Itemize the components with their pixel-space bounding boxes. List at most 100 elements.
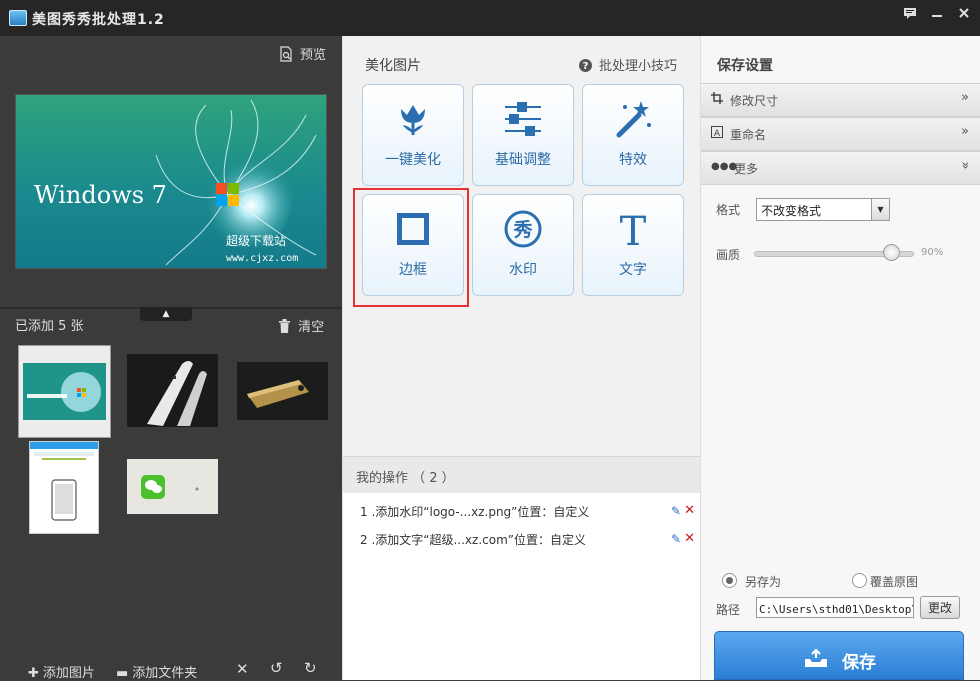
selection-highlight — [353, 188, 469, 307]
quality-label: 画质 — [716, 248, 741, 262]
help-icon: ? — [578, 59, 592, 72]
save-button[interactable]: 保存 — [714, 631, 964, 680]
text-icon: T — [620, 209, 647, 249]
path-label: 路径 — [716, 603, 741, 617]
operations-header: 我的操作 （ 2 ） — [343, 456, 701, 494]
tool-label: 文字 — [619, 262, 647, 278]
tool-label: 特效 — [619, 152, 647, 168]
save-as-radio[interactable] — [722, 573, 737, 588]
thumbnail-windows7[interactable] — [18, 345, 111, 438]
plus-icon: ✚ — [28, 666, 39, 681]
section-more[interactable]: ●●● 更多 » — [701, 151, 980, 185]
thumbnail-gold-usb[interactable] — [237, 362, 328, 420]
operation-text: 1 .添加水印“logo-...xz.png”位置：自定义 — [360, 505, 590, 519]
preview-caption-site: 超级下载站 — [226, 233, 286, 248]
crop-icon — [711, 92, 723, 107]
operation-item[interactable]: 2 .添加文字“超级...xz.com”位置：自定义 — [360, 531, 586, 548]
delete-icon[interactable]: ✕ — [684, 503, 695, 518]
svg-text:A: A — [714, 129, 721, 138]
delete-icon[interactable]: ✕ — [684, 531, 695, 546]
tool-one-click-beautify[interactable]: 一键美化 — [362, 84, 464, 186]
app-logo-icon — [9, 10, 27, 26]
section-resize[interactable]: 修改尺寸 » — [701, 83, 980, 117]
tool-label: 基础调整 — [495, 152, 551, 168]
double-chevron-down-icon: » — [957, 161, 973, 170]
add-image-label: 添加图片 — [42, 666, 95, 681]
svg-text:?: ? — [582, 61, 588, 72]
operation-text: 2 .添加文字“超级...xz.com”位置：自定义 — [360, 533, 586, 547]
tool-effects[interactable]: 特效 — [582, 84, 684, 186]
add-folder-label: 添加文件夹 — [132, 666, 198, 681]
operation-item[interactable]: 1 .添加水印“logo-...xz.png”位置：自定义 — [360, 503, 589, 520]
preview-icon — [280, 46, 292, 62]
quality-slider-handle[interactable] — [882, 244, 900, 261]
double-chevron-right-icon: » — [961, 90, 969, 105]
image-list-toolbar: ✚ 添加图片 ▬ 添加文件夹 ✕ ↺ ↻ — [0, 658, 342, 681]
preview-button[interactable]: 预览 — [279, 44, 326, 63]
thumbnail-phone-ui[interactable] — [29, 441, 99, 534]
format-value: 不改变格式 — [761, 204, 822, 218]
tool-text[interactable]: T 文字 — [582, 194, 684, 296]
thumbnail-white-phone[interactable] — [127, 354, 218, 427]
section-rename[interactable]: A 重命名 » — [701, 117, 980, 151]
path-input[interactable]: C:\Users\sthd01\Desktop\新 — [756, 597, 914, 618]
section-label: 重命名 — [730, 128, 767, 142]
section-label: 更多 — [734, 162, 759, 176]
delete-icon[interactable]: ✕ — [236, 660, 249, 678]
added-count: 已添加 5 张 — [15, 319, 84, 334]
save-settings-panel: 保存设置 修改尺寸 » A 重命名 » ●●● 更多 » — [700, 36, 980, 680]
collapse-toggle[interactable]: ▲ — [140, 307, 192, 321]
tips-link[interactable]: ? 批处理小技巧 — [578, 55, 677, 74]
sliders-icon — [505, 102, 541, 136]
folder-icon: ▬ — [116, 666, 129, 681]
beautify-panel: 美化图片 ? 批处理小技巧 一键美化 基础调整 特效 边框 秀 水印 T 文字 … — [342, 36, 701, 680]
preview-caption-url: www.cjxz.com — [226, 253, 298, 264]
save-as-label: 另存为 — [745, 575, 782, 589]
tool-label: 水印 — [509, 262, 537, 278]
preview-image: Windows 7 超级下载站 www.cjxz.com — [15, 94, 327, 269]
operations-list: 1 .添加水印“logo-...xz.png”位置：自定义 ✎ ✕ 2 .添加文… — [343, 493, 701, 680]
section-label: 修改尺寸 — [730, 94, 779, 108]
close-icon[interactable] — [951, 5, 977, 25]
rotate-left-icon[interactable]: ↺ — [270, 659, 283, 677]
double-chevron-right-icon: » — [961, 124, 969, 139]
edit-icon[interactable]: ✎ — [671, 532, 681, 546]
clear-button[interactable]: 清空 — [278, 316, 324, 335]
format-select[interactable]: 不改变格式 ▼ — [756, 198, 890, 221]
tulip-icon — [401, 105, 425, 135]
thumbnail-wechat[interactable] — [127, 459, 218, 514]
triangle-down-icon: ▼ — [871, 199, 889, 220]
tips-label: 批处理小技巧 — [598, 59, 677, 74]
trash-icon — [279, 319, 290, 333]
rotate-right-icon[interactable]: ↻ — [304, 659, 317, 677]
overwrite-radio[interactable] — [852, 573, 867, 588]
preview-label: 预览 — [299, 48, 326, 63]
tool-watermark[interactable]: 秀 水印 — [472, 194, 574, 296]
text-glyph: T — [620, 209, 647, 249]
triangle-up-icon: ▲ — [162, 309, 170, 319]
save-icon — [805, 649, 827, 667]
title-bar: 美图秀秀批处理1.2 — [0, 0, 980, 36]
operations-title: 我的操作 （ 2 ） — [356, 471, 455, 486]
app-title: 美图秀秀批处理1.2 — [32, 12, 165, 28]
watermark-icon: 秀 — [504, 210, 542, 248]
format-label: 格式 — [716, 203, 741, 217]
add-folder-button[interactable]: ▬ 添加文件夹 — [116, 662, 197, 681]
save-settings-header: 保存设置 — [717, 58, 773, 74]
change-path-button[interactable]: 更改 — [920, 596, 960, 619]
clear-label: 清空 — [298, 320, 325, 335]
rename-icon: A — [711, 126, 723, 141]
watermark-glyph: 秀 — [512, 219, 533, 241]
magic-wand-icon — [616, 101, 651, 138]
quality-value: 90% — [921, 247, 944, 258]
edit-icon[interactable]: ✎ — [671, 504, 681, 518]
beautify-header: 美化图片 — [365, 58, 421, 74]
tool-label: 一键美化 — [385, 152, 441, 168]
image-list-panel: 预览 Windows 7 超级下载站 www.cjxz.com ▲ 已添加 5 … — [0, 36, 342, 681]
feedback-icon[interactable] — [897, 5, 923, 25]
add-image-button[interactable]: ✚ 添加图片 — [28, 662, 95, 681]
preview-caption-title: Windows 7 — [34, 181, 167, 209]
minimize-icon[interactable] — [924, 5, 950, 25]
tool-basic-adjust[interactable]: 基础调整 — [472, 84, 574, 186]
save-label: 保存 — [842, 653, 876, 673]
